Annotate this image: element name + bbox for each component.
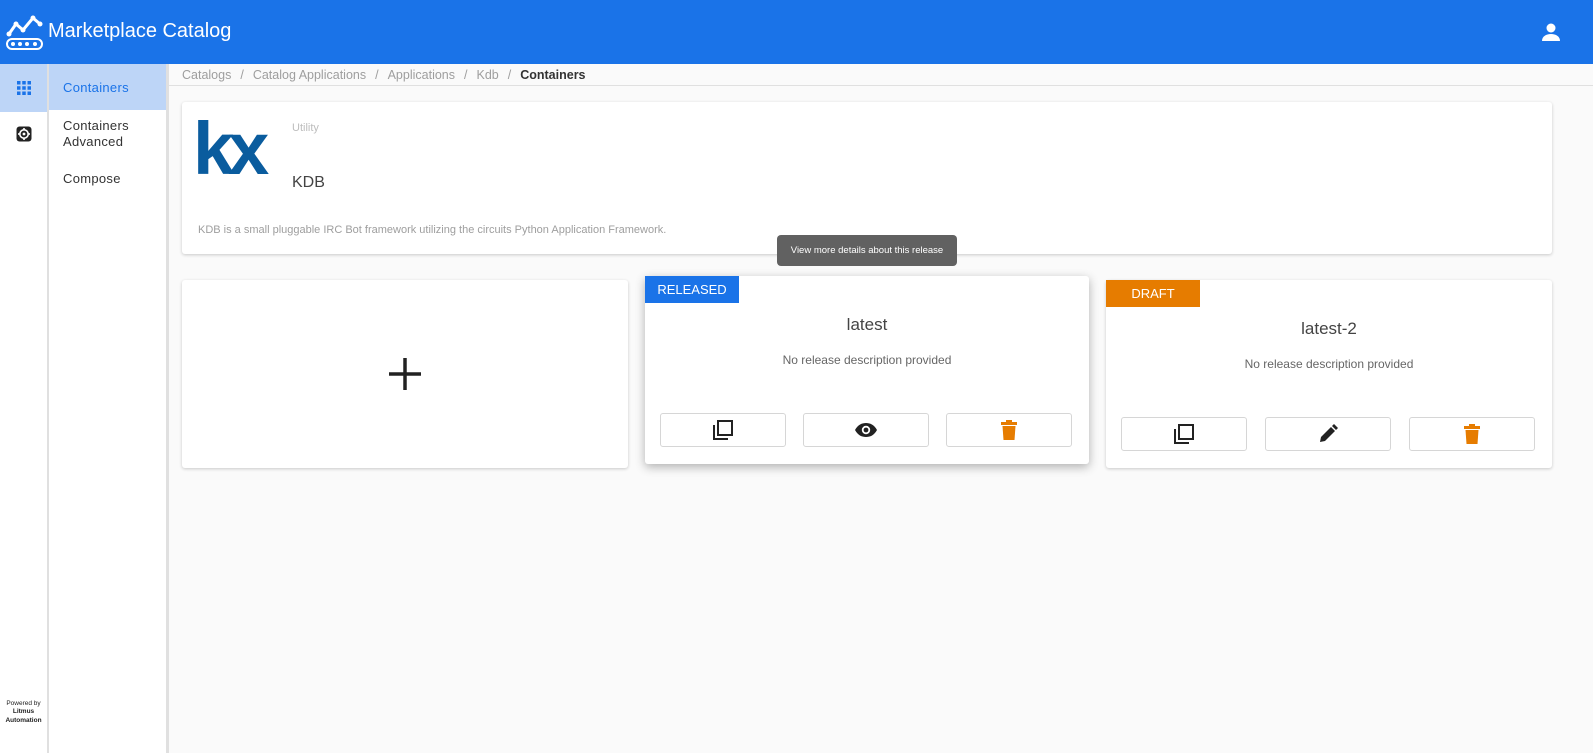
- breadcrumb-kdb[interactable]: Kdb: [476, 68, 498, 82]
- status-badge: DRAFT: [1106, 280, 1200, 307]
- breadcrumb-separator: /: [464, 67, 468, 82]
- app-title: Marketplace Catalog: [48, 20, 232, 42]
- breadcrumb-catalog-applications[interactable]: Catalog Applications: [253, 68, 366, 82]
- breadcrumb-applications[interactable]: Applications: [388, 68, 455, 82]
- app-description: KDB is a small pluggable IRC Bot framewo…: [198, 224, 667, 236]
- delete-trash-icon: [1001, 420, 1017, 440]
- apps-grid-icon: [16, 81, 31, 95]
- add-release-card[interactable]: [182, 280, 628, 468]
- release-description: No release description provided: [782, 353, 952, 367]
- edit-pencil-icon: [1320, 424, 1338, 442]
- rail-item-settings[interactable]: [0, 110, 47, 158]
- rail-item-apps[interactable]: [0, 64, 47, 112]
- kx-logo: kx: [196, 118, 275, 176]
- powered-by-brand-1: Litmus: [12, 708, 35, 715]
- release-card: RELEASED latest No release description p…: [645, 276, 1089, 464]
- breadcrumb-separator: /: [375, 67, 379, 82]
- breadcrumb: Catalogs / Catalog Applications / Applic…: [169, 64, 1593, 86]
- breadcrumb-current: Containers: [520, 67, 586, 82]
- sub-navigation: Containers Containers Advanced Compose: [49, 64, 169, 753]
- settings-cog-icon: [16, 126, 31, 142]
- copy-icon: [1174, 424, 1194, 444]
- subnav-item-containers-advanced[interactable]: Containers Advanced: [49, 110, 166, 158]
- release-title: latest-2: [1301, 319, 1357, 338]
- breadcrumb-catalogs[interactable]: Catalogs: [182, 68, 231, 82]
- powered-by: Powered by Litmus Automation: [0, 700, 47, 726]
- app-category: Utility: [292, 122, 319, 134]
- breadcrumb-separator: /: [507, 67, 512, 82]
- nav-rail: Powered by Litmus Automation: [0, 64, 49, 753]
- subnav-item-compose[interactable]: Compose: [49, 158, 166, 198]
- release-card: DRAFT latest-2 No release description pr…: [1106, 280, 1552, 468]
- edit-button[interactable]: [1265, 417, 1391, 451]
- delete-button[interactable]: [1409, 417, 1535, 451]
- copy-button[interactable]: [660, 413, 786, 447]
- powered-by-brand-2: Automation: [5, 716, 42, 724]
- top-app-bar: Marketplace Catalog: [0, 0, 1593, 64]
- powered-by-label: Powered by: [6, 699, 41, 707]
- application-card: kx Utility KDB KDB is a small pluggable …: [182, 102, 1552, 254]
- delete-button[interactable]: [946, 413, 1072, 447]
- tooltip: View more details about this release: [777, 235, 957, 266]
- status-badge: RELEASED: [645, 276, 739, 303]
- release-description: No release description provided: [1244, 357, 1414, 371]
- kx-logo-text: kx: [196, 118, 269, 176]
- view-details-button[interactable]: [803, 413, 929, 447]
- account-icon[interactable]: [1539, 20, 1563, 44]
- copy-button[interactable]: [1121, 417, 1247, 451]
- view-eye-icon: [855, 423, 877, 437]
- release-title: latest: [846, 315, 888, 334]
- plus-icon: [389, 358, 421, 390]
- app-name: KDB: [292, 174, 325, 191]
- delete-trash-icon: [1464, 424, 1480, 444]
- copy-icon: [713, 420, 733, 440]
- conveyor-chart-icon[interactable]: [6, 14, 44, 50]
- subnav-item-containers[interactable]: Containers: [49, 64, 166, 110]
- breadcrumb-separator: /: [240, 67, 244, 82]
